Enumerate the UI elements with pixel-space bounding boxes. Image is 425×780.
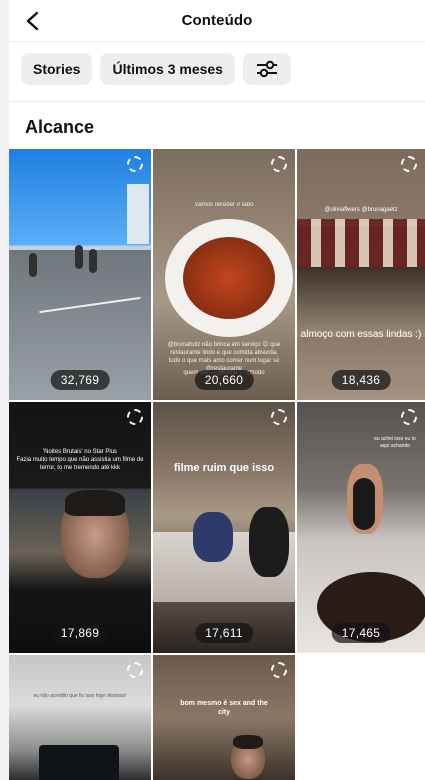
reach-count: 18,436 [331,370,391,390]
content-screen: Conteúdo Stories Últimos 3 meses Alcance… [9,0,425,780]
story-ring-icon [271,662,287,678]
page-title: Conteúdo [181,12,253,29]
story-tile[interactable]: filme ruim que isso 17,611 [153,402,295,653]
filter-stories-chip[interactable]: Stories [21,53,93,85]
back-chevron-icon [26,11,39,31]
filter-period-chip[interactable]: Últimos 3 meses [100,53,235,85]
story-ring-icon [401,409,417,425]
story-ring-icon [127,409,143,425]
story-tile[interactable]: @oliviaflwers @brunagaetz almoço com ess… [297,149,425,400]
story-tile[interactable]: eu não acredito que fiz isso hoje vitori… [9,655,151,780]
filter-bar: Stories Últimos 3 meses [9,42,425,98]
story-ring-icon [401,156,417,172]
story-thumbnail [39,745,119,780]
story-ring-icon [127,156,143,172]
story-caption: almoço com essas lindas :) [300,329,422,340]
reach-count: 17,465 [331,623,391,643]
story-text: Vamos receber o Iabo [194,202,254,208]
story-text: 'Noites Brutais' no Star Plus Fazia muit… [16,449,144,471]
story-tile[interactable]: 32,769 [9,149,151,400]
story-ring-icon [127,662,143,678]
story-text: eu achei isso eu to aqui achando [374,436,416,449]
story-thumbnail [75,245,83,269]
story-tile-empty [297,655,425,780]
stories-grid: 32,769 Vamos receber o Iabo @brunaholz n… [9,149,425,780]
reach-count: 32,769 [50,370,110,390]
story-text: eu não acredito que fiz isso hoje vitori… [33,693,127,699]
story-thumbnail [89,249,97,273]
story-thumbnail [193,512,233,562]
story-thumbnail [29,253,37,277]
story-tile[interactable]: 'Noites Brutais' no Star Plus Fazia muit… [9,402,151,653]
story-ring-icon [271,409,287,425]
story-thumbnail [127,184,149,244]
story-caption: filme ruim que isso [173,462,275,474]
story-tile[interactable]: Vamos receber o Iabo @brunaholz não brin… [153,149,295,400]
header: Conteúdo [9,0,425,42]
reach-count: 17,611 [195,623,253,643]
story-caption: bom mesmo é sex and the city [180,700,268,716]
story-thumbnail [297,267,425,337]
story-thumbnail [353,478,375,530]
story-thumbnail [183,237,275,319]
story-ring-icon [271,156,287,172]
story-thumbnail [65,490,125,516]
filter-settings-button[interactable] [242,53,291,85]
back-button[interactable] [19,8,45,34]
section-title: Alcance [25,117,95,137]
story-thumbnail [249,507,289,577]
story-text: @oliviaflwers @brunagaetz [324,207,398,213]
reach-count: 20,660 [194,370,254,390]
sliders-icon [256,60,277,78]
story-thumbnail [233,735,263,749]
reach-count: 17,869 [50,623,110,643]
story-tile[interactable]: eu achei isso eu to aqui achando 17,465 [297,402,425,653]
story-tile[interactable]: bom mesmo é sex and the city [153,655,295,780]
